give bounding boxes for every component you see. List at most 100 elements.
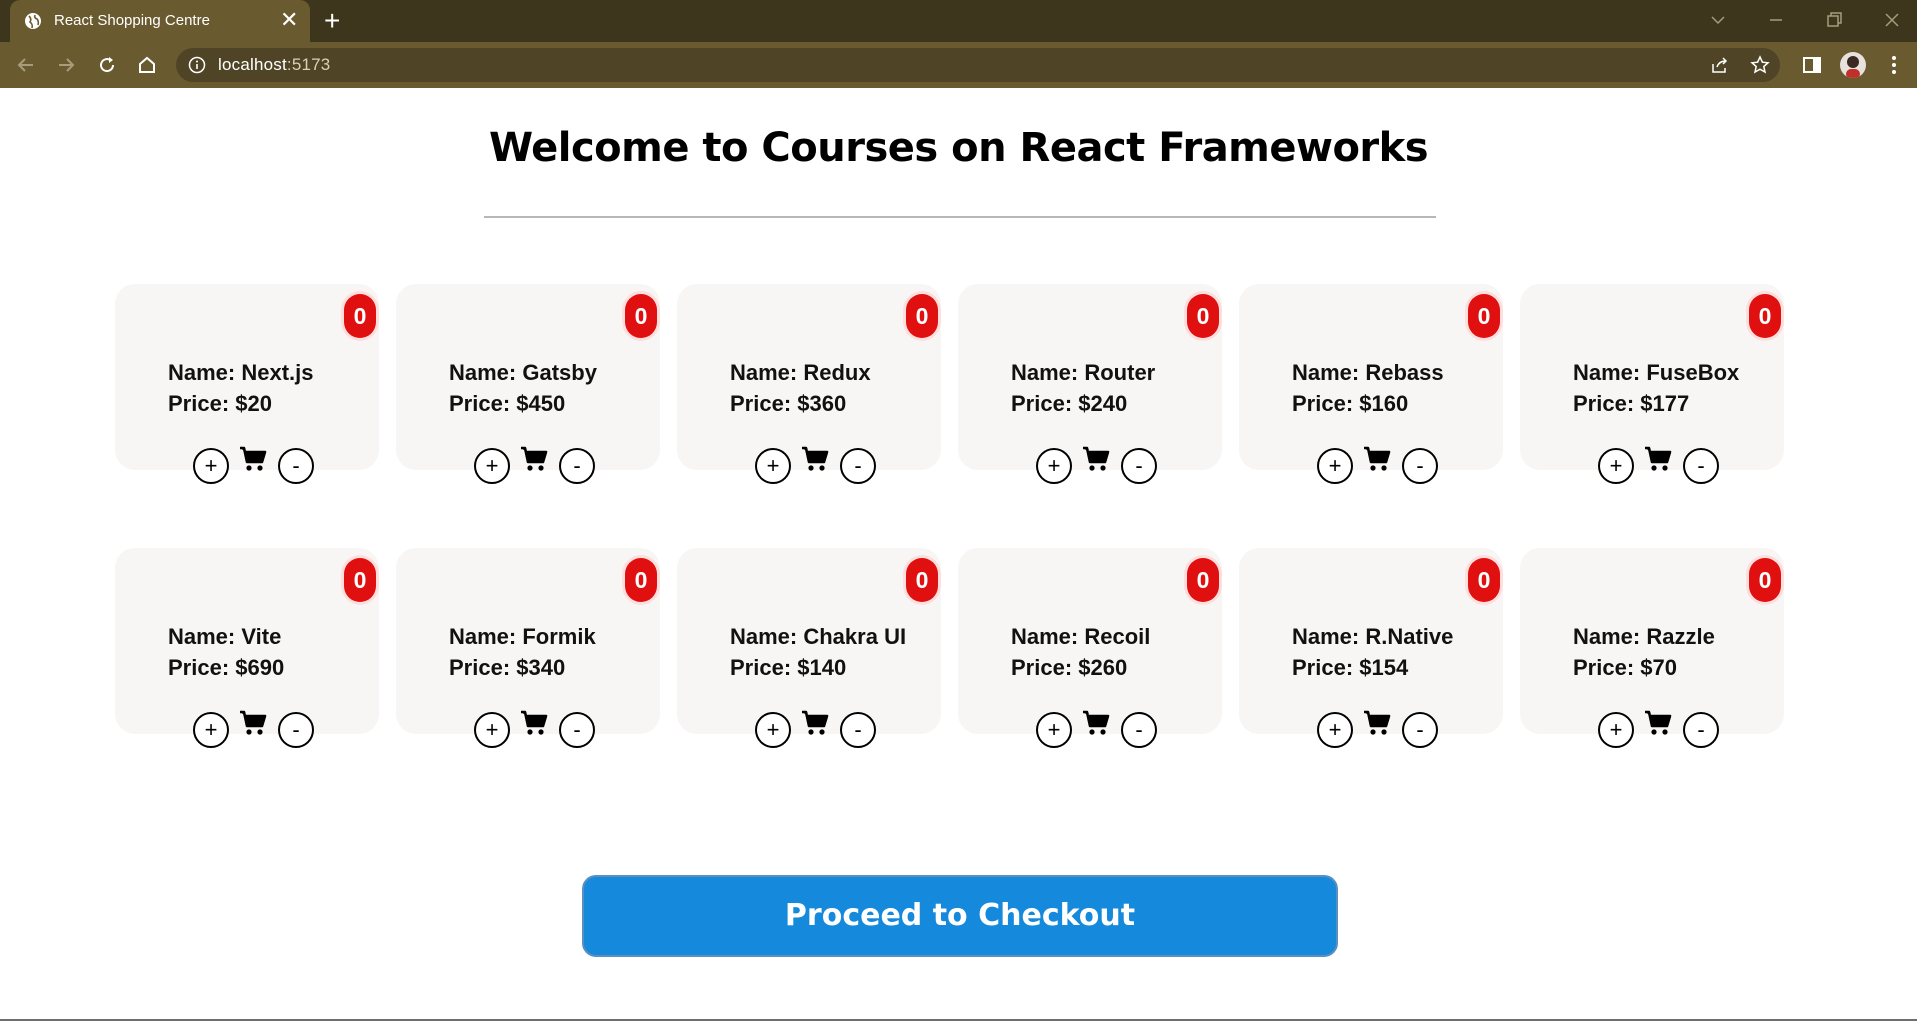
- course-name: Name: Razzle: [1573, 624, 1715, 649]
- decrement-button[interactable]: -: [1402, 448, 1438, 484]
- profile-picture-icon: [1846, 56, 1860, 78]
- cart-icon: [520, 710, 548, 736]
- browser-menu-icon[interactable]: [1882, 53, 1906, 77]
- course-price: Price: $177: [1573, 391, 1690, 416]
- quantity-badge: 0: [344, 294, 376, 338]
- course-price: Price: $260: [1011, 655, 1128, 680]
- quantity-controls: + -: [474, 710, 600, 750]
- address-bar[interactable]: localhost:5173: [176, 48, 1780, 82]
- increment-button[interactable]: +: [1598, 712, 1634, 748]
- course-card: 0 Name: Gatsby Price: $450 + -: [396, 284, 660, 484]
- decrement-button[interactable]: -: [840, 712, 876, 748]
- course-card: 0 Name: Vite Price: $690 + -: [115, 548, 379, 748]
- quantity-controls: + -: [193, 710, 319, 750]
- increment-button[interactable]: +: [193, 448, 229, 484]
- decrement-button[interactable]: -: [559, 712, 595, 748]
- quantity-badge: 0: [1187, 294, 1219, 338]
- close-window-icon[interactable]: [1880, 8, 1904, 32]
- quantity-badge: 0: [344, 558, 376, 602]
- course-card: 0 Name: Next.js Price: $20 + -: [115, 284, 379, 484]
- increment-button[interactable]: +: [474, 448, 510, 484]
- cart-icon: [1363, 446, 1391, 472]
- course-name: Name: Vite: [168, 624, 282, 649]
- cart-icon: [1082, 446, 1110, 472]
- course-name: Name: R.Native: [1292, 624, 1454, 649]
- course-card: 0 Name: FuseBox Price: $177 + -: [1520, 284, 1784, 484]
- increment-button[interactable]: +: [755, 712, 791, 748]
- decrement-button[interactable]: -: [278, 712, 314, 748]
- course-price: Price: $140: [730, 655, 847, 680]
- course-card: 0 Name: Router Price: $240 + -: [958, 284, 1222, 484]
- url-text[interactable]: localhost:5173: [218, 55, 330, 75]
- decrement-button[interactable]: -: [559, 448, 595, 484]
- course-name: Name: Rebass: [1292, 360, 1444, 385]
- cart-icon: [801, 710, 829, 736]
- minimize-icon[interactable]: [1764, 8, 1788, 32]
- decrement-button[interactable]: -: [840, 448, 876, 484]
- increment-button[interactable]: +: [1036, 712, 1072, 748]
- quantity-controls: + -: [193, 446, 319, 486]
- course-price: Price: $160: [1292, 391, 1409, 416]
- side-panel-icon[interactable]: [1800, 53, 1824, 77]
- cart-icon: [1644, 710, 1672, 736]
- browser-tab[interactable]: React Shopping Centre ✕: [10, 0, 310, 42]
- share-icon[interactable]: [1710, 55, 1730, 75]
- bookmark-star-icon[interactable]: [1750, 55, 1770, 75]
- course-name: Name: Recoil: [1011, 624, 1151, 649]
- course-price: Price: $450: [449, 391, 566, 416]
- quantity-controls: + -: [1598, 446, 1724, 486]
- reload-icon[interactable]: [95, 53, 119, 77]
- increment-button[interactable]: +: [1036, 448, 1072, 484]
- increment-button[interactable]: +: [1598, 448, 1634, 484]
- increment-button[interactable]: +: [755, 448, 791, 484]
- home-icon[interactable]: [135, 53, 159, 77]
- course-name: Name: Router: [1011, 360, 1156, 385]
- course-price: Price: $360: [730, 391, 847, 416]
- course-card: 0 Name: Recoil Price: $260 + -: [958, 548, 1222, 748]
- page-title: Welcome to Courses on React Frameworks: [488, 125, 1429, 171]
- decrement-button[interactable]: -: [1683, 712, 1719, 748]
- tab-search-chevron-icon[interactable]: [1706, 8, 1730, 32]
- proceed-to-checkout-button[interactable]: Proceed to Checkout: [582, 875, 1338, 957]
- quantity-badge: 0: [1468, 294, 1500, 338]
- decrement-button[interactable]: -: [278, 448, 314, 484]
- decrement-button[interactable]: -: [1121, 712, 1157, 748]
- cart-icon: [239, 446, 267, 472]
- quantity-badge: 0: [625, 558, 657, 602]
- cart-icon: [801, 446, 829, 472]
- increment-button[interactable]: +: [474, 712, 510, 748]
- back-arrow-icon[interactable]: [14, 53, 38, 77]
- course-name: Name: Chakra UI: [730, 624, 907, 649]
- increment-button[interactable]: +: [1317, 712, 1353, 748]
- course-card: 0 Name: Razzle Price: $70 + -: [1520, 548, 1784, 748]
- cart-icon: [239, 710, 267, 736]
- course-price: Price: $240: [1011, 391, 1128, 416]
- tab-close-icon[interactable]: ✕: [280, 9, 298, 31]
- course-name: Name: Gatsby: [449, 360, 597, 385]
- profile-avatar[interactable]: [1840, 52, 1866, 78]
- tab-title: React Shopping Centre: [54, 12, 210, 29]
- title-divider: [484, 216, 1436, 218]
- quantity-badge: 0: [1187, 558, 1219, 602]
- increment-button[interactable]: +: [1317, 448, 1353, 484]
- url-port: :5173: [286, 55, 331, 74]
- course-price: Price: $690: [168, 655, 285, 680]
- quantity-controls: + -: [1036, 710, 1162, 750]
- forward-arrow-icon[interactable]: [54, 53, 78, 77]
- decrement-button[interactable]: -: [1121, 448, 1157, 484]
- decrement-button[interactable]: -: [1402, 712, 1438, 748]
- new-tab-button[interactable]: +: [324, 6, 340, 36]
- site-info-icon[interactable]: [188, 56, 206, 74]
- quantity-badge: 0: [906, 558, 938, 602]
- course-price: Price: $70: [1573, 655, 1677, 680]
- course-card: 0 Name: R.Native Price: $154 + -: [1239, 548, 1503, 748]
- quantity-controls: + -: [474, 446, 600, 486]
- quantity-controls: + -: [1598, 710, 1724, 750]
- quantity-controls: + -: [755, 446, 881, 486]
- browser-tab-strip: React Shopping Centre ✕ +: [0, 0, 1917, 42]
- quantity-badge: 0: [906, 294, 938, 338]
- course-price: Price: $154: [1292, 655, 1409, 680]
- restore-icon[interactable]: [1822, 8, 1846, 32]
- decrement-button[interactable]: -: [1683, 448, 1719, 484]
- increment-button[interactable]: +: [193, 712, 229, 748]
